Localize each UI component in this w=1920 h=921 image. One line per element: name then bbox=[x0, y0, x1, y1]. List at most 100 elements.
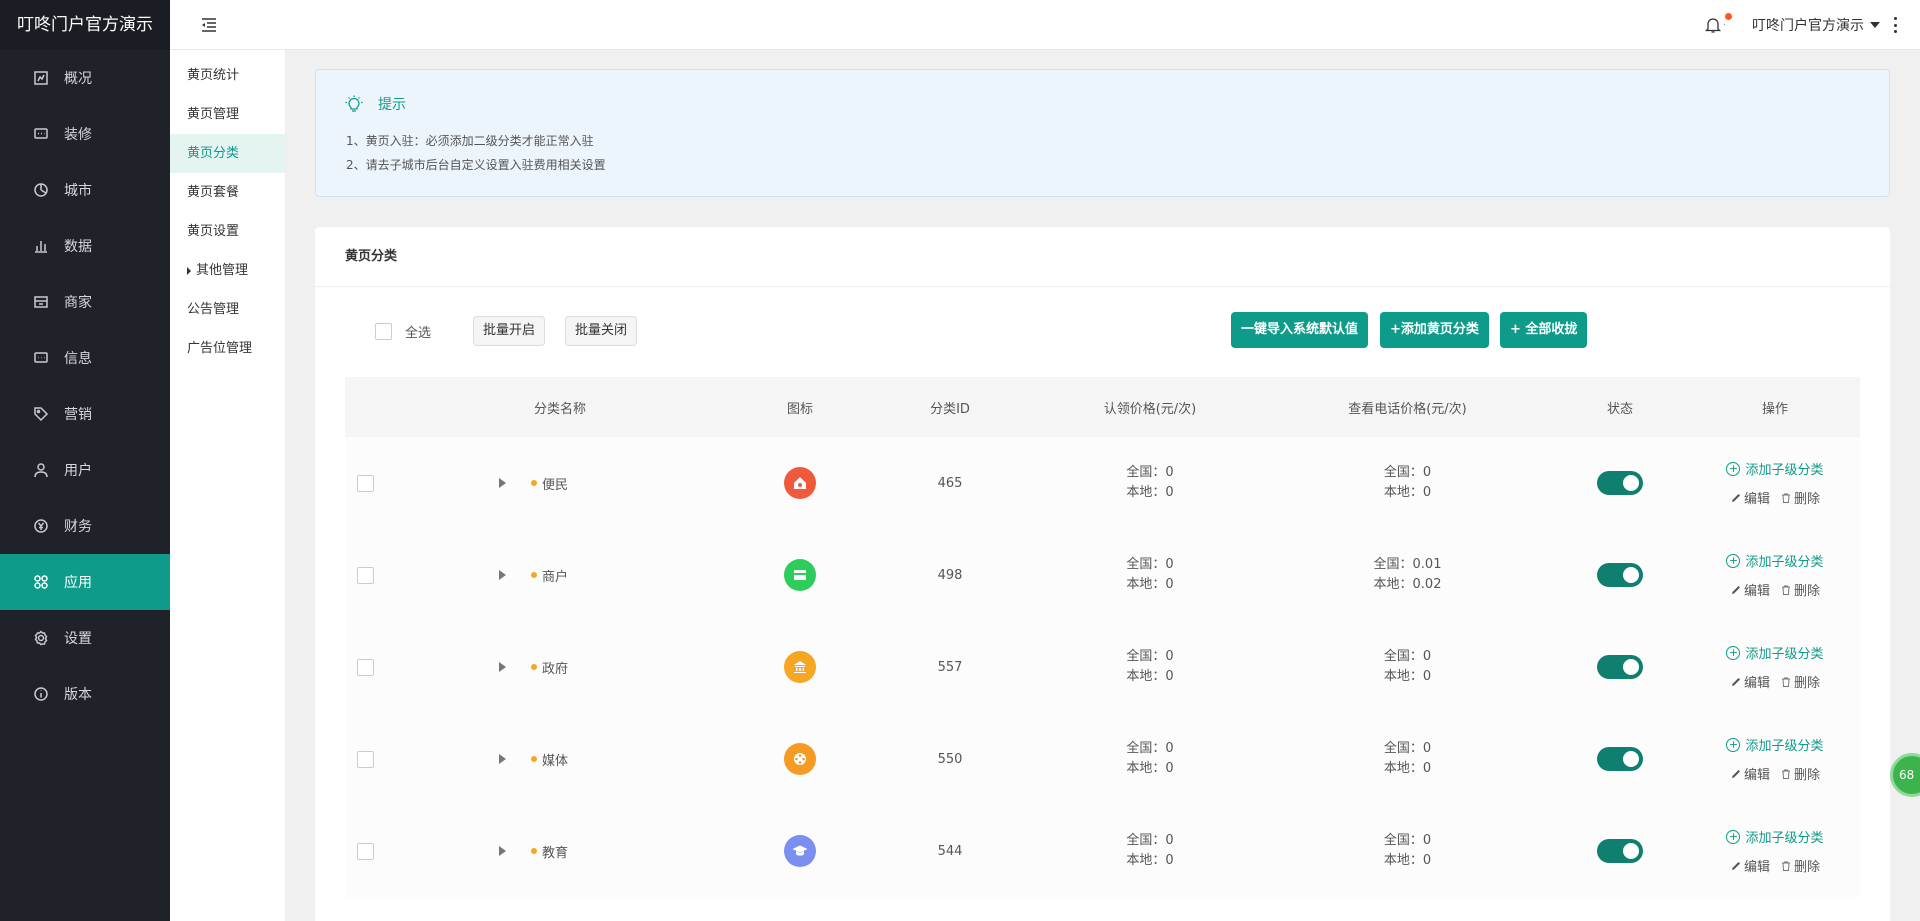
claim-national: 全国：0 bbox=[1126, 833, 1174, 848]
category-id: 550 bbox=[937, 751, 963, 767]
row-checkbox[interactable] bbox=[356, 842, 374, 860]
category-id: 557 bbox=[937, 659, 963, 675]
col-status: 状态 bbox=[1606, 401, 1633, 417]
delete-link[interactable]: 删除 bbox=[1780, 580, 1820, 599]
plus-circle-icon: + bbox=[1726, 737, 1741, 752]
category-name: 商户 bbox=[542, 569, 569, 585]
category-name: 媒体 bbox=[542, 753, 569, 769]
sidebar-item-city[interactable]: 城市 bbox=[0, 162, 170, 218]
delete-link[interactable]: 删除 bbox=[1780, 764, 1820, 783]
trash-icon bbox=[1782, 585, 1790, 595]
phone-national: 全国：0.01 bbox=[1373, 557, 1442, 572]
subnav-item-other[interactable]: 其他管理 bbox=[170, 251, 285, 290]
expand-arrow-icon[interactable] bbox=[499, 478, 506, 488]
sidebar-item-overview[interactable]: 概况 bbox=[0, 50, 170, 106]
edit-link[interactable]: 编辑 bbox=[1730, 856, 1770, 875]
edit-link[interactable]: 编辑 bbox=[1730, 580, 1770, 599]
checkbox[interactable] bbox=[375, 323, 392, 340]
phone-national: 全国：0 bbox=[1383, 741, 1432, 756]
batch-open-button[interactable]: 批量开启 bbox=[473, 316, 546, 346]
edit-link[interactable]: 编辑 bbox=[1730, 488, 1770, 507]
add-child-label: 添加子级分类 bbox=[1745, 739, 1824, 754]
subnav-item-package[interactable]: 黄页套餐 bbox=[170, 173, 285, 212]
expand-arrow-icon[interactable] bbox=[499, 754, 506, 764]
row-checkbox[interactable] bbox=[356, 566, 374, 584]
tag-icon bbox=[32, 405, 50, 423]
expand-arrow-icon[interactable] bbox=[499, 570, 506, 580]
subnav-item-settings[interactable]: 黄页设置 bbox=[170, 212, 285, 251]
tip-title: 提示 bbox=[378, 97, 406, 113]
status-toggle[interactable] bbox=[1597, 655, 1643, 679]
user-menu[interactable]: 叮咚门户官方演示 bbox=[1752, 15, 1880, 35]
subnav-item-manage[interactable]: 黄页管理 bbox=[170, 95, 285, 134]
phone-local: 本地：0 bbox=[1383, 485, 1432, 500]
main-content: 提示 1、黄页入驻：必须添加二级分类才能正常入驻 2、请去子城市后台自定义设置入… bbox=[286, 50, 1920, 921]
subnav-item-notice[interactable]: 公告管理 bbox=[170, 290, 285, 329]
sidebar-item-finance[interactable]: 财务 bbox=[0, 498, 170, 554]
sidebar-item-shop[interactable]: 商家 bbox=[0, 274, 170, 330]
claim-national: 全国：0 bbox=[1126, 649, 1174, 664]
sidebar-item-label: 营销 bbox=[64, 407, 92, 423]
sidebar-item-users[interactable]: 用户 bbox=[0, 442, 170, 498]
more-vertical-icon[interactable] bbox=[1894, 17, 1898, 33]
claim-national: 全国：0 bbox=[1126, 557, 1174, 572]
edit-link[interactable]: 编辑 bbox=[1730, 672, 1770, 691]
sidebar-item-data[interactable]: 数据 bbox=[0, 218, 170, 274]
edit-label: 编辑 bbox=[1743, 768, 1770, 783]
sidebar-item-apps[interactable]: 应用 bbox=[0, 554, 170, 610]
row-checkbox[interactable] bbox=[356, 658, 374, 676]
batch-close-button[interactable]: 批量关闭 bbox=[565, 316, 638, 346]
claim-national: 全国：0 bbox=[1126, 741, 1174, 756]
sidebar-item-message[interactable]: 信息 bbox=[0, 330, 170, 386]
floating-badge[interactable]: 68 bbox=[1890, 753, 1920, 797]
select-all-checkbox[interactable]: 全选 bbox=[375, 322, 431, 341]
sub-sidebar: 黄页统计 黄页管理 黄页分类 黄页套餐 黄页设置 其他管理 公告管理 广告位管理 bbox=[170, 50, 286, 921]
delete-link[interactable]: 删除 bbox=[1780, 672, 1820, 691]
phone-local: 本地：0 bbox=[1383, 761, 1432, 776]
add-child-link[interactable]: + 添加子级分类 bbox=[1726, 827, 1824, 846]
category-table: 分类名称 图标 分类ID 认领价格(元/次) 查看电话价格(元/次) 状态 操作… bbox=[345, 377, 1860, 897]
delete-link[interactable]: 删除 bbox=[1780, 488, 1820, 507]
subnav-item-category[interactable]: 黄页分类 bbox=[170, 134, 285, 173]
sidebar-item-marketing[interactable]: 营销 bbox=[0, 386, 170, 442]
status-toggle[interactable] bbox=[1597, 839, 1643, 863]
collapse-all-button[interactable]: + 全部收拢 bbox=[1500, 312, 1588, 348]
col-ops: 操作 bbox=[1761, 401, 1788, 417]
notification-bell[interactable]: · bbox=[1704, 13, 1732, 34]
delete-link[interactable]: 删除 bbox=[1780, 856, 1820, 875]
row-checkbox[interactable] bbox=[356, 474, 374, 492]
pencil-icon bbox=[1731, 769, 1740, 778]
status-toggle[interactable] bbox=[1597, 471, 1643, 495]
pencil-icon bbox=[1731, 677, 1740, 686]
menu-fold-icon[interactable] bbox=[200, 16, 218, 34]
phone-national: 全国：0 bbox=[1383, 833, 1432, 848]
trash-icon bbox=[1782, 677, 1790, 687]
claim-local: 本地：0 bbox=[1126, 577, 1174, 592]
sidebar-item-label: 版本 bbox=[64, 687, 92, 703]
add-category-button[interactable]: +添加黄页分类 bbox=[1380, 312, 1489, 348]
add-child-link[interactable]: + 添加子级分类 bbox=[1726, 551, 1824, 570]
status-toggle[interactable] bbox=[1597, 563, 1643, 587]
subnav-item-ads[interactable]: 广告位管理 bbox=[170, 329, 285, 368]
expand-arrow-icon[interactable] bbox=[499, 662, 506, 672]
add-child-label: 添加子级分类 bbox=[1745, 831, 1824, 846]
row-checkbox[interactable] bbox=[356, 750, 374, 768]
add-child-link[interactable]: + 添加子级分类 bbox=[1726, 735, 1824, 754]
sidebar-item-settings[interactable]: 设置 bbox=[0, 610, 170, 666]
expand-arrow-icon[interactable] bbox=[499, 846, 506, 856]
col-claim-price: 认领价格(元/次) bbox=[1103, 401, 1197, 417]
sidebar-item-label: 设置 bbox=[64, 631, 92, 647]
decor-icon bbox=[32, 125, 50, 143]
sidebar-item-decor[interactable]: 装修 bbox=[0, 106, 170, 162]
edit-link[interactable]: 编辑 bbox=[1730, 764, 1770, 783]
status-toggle[interactable] bbox=[1597, 747, 1643, 771]
add-child-link[interactable]: + 添加子级分类 bbox=[1726, 459, 1824, 478]
bullet-dot bbox=[531, 664, 537, 670]
col-icon: 图标 bbox=[786, 401, 813, 417]
add-child-link[interactable]: + 添加子级分类 bbox=[1726, 643, 1824, 662]
import-default-button[interactable]: 一键导入系统默认值 bbox=[1231, 312, 1369, 348]
subnav-item-stats[interactable]: 黄页统计 bbox=[170, 56, 285, 95]
sidebar-item-version[interactable]: 版本 bbox=[0, 666, 170, 722]
bullet-dot bbox=[531, 480, 537, 486]
bell-icon bbox=[1704, 18, 1722, 33]
